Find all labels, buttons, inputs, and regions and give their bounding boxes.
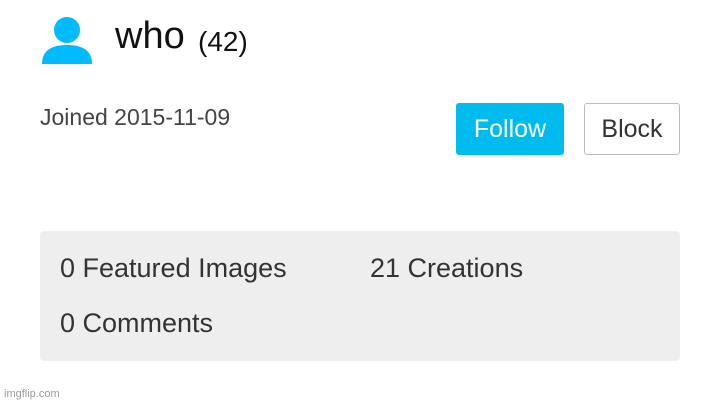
stat-featured-images[interactable]: 0 Featured Images — [60, 250, 287, 286]
user-icon — [40, 16, 94, 64]
block-button[interactable]: Block — [584, 103, 680, 155]
follow-button[interactable]: Follow — [456, 103, 564, 155]
username: who — [115, 15, 185, 57]
stat-creations[interactable]: 21 Creations — [370, 250, 523, 286]
user-points: (42) — [198, 26, 248, 57]
joined-date: Joined 2015-11-09 — [40, 104, 231, 130]
stats-panel: 0 Featured Images 21 Creations 0 Comment… — [40, 231, 680, 361]
stat-comments[interactable]: 0 Comments — [60, 305, 213, 341]
watermark: imgflip.com — [4, 388, 60, 400]
